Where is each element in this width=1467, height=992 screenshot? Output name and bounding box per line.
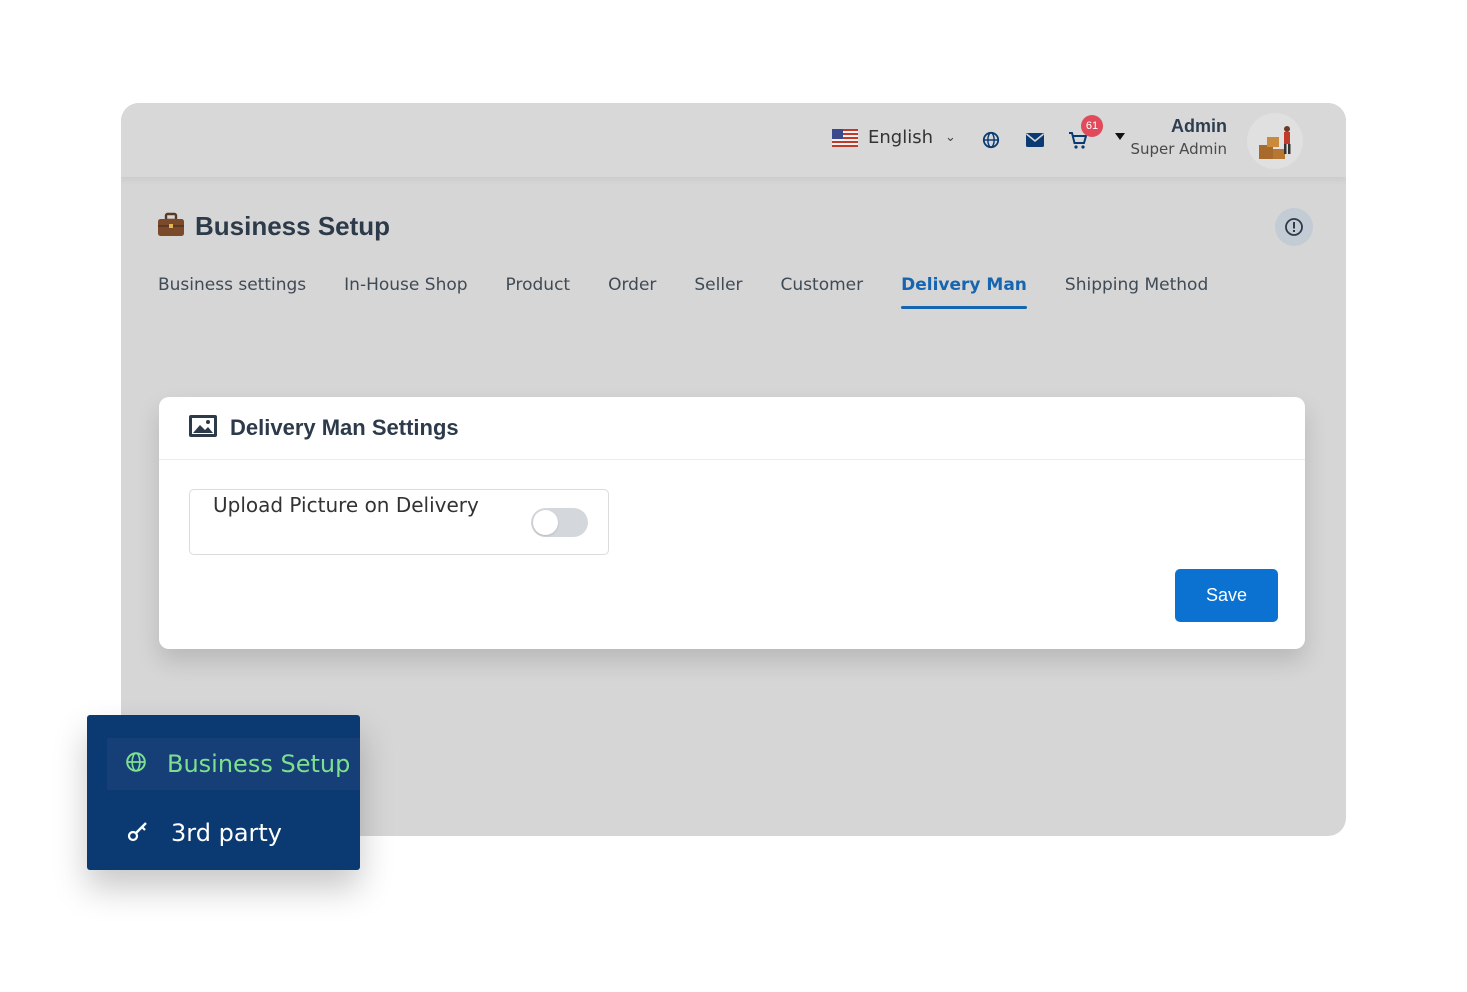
tab-product[interactable]: Product <box>506 275 571 309</box>
chevron-down-icon: ⌄ <box>945 130 956 145</box>
tab-seller[interactable]: Seller <box>694 275 742 309</box>
upload-picture-toggle[interactable] <box>531 508 588 537</box>
user-role: Super Admin <box>1130 140 1227 158</box>
sidebar-item-label: 3rd party <box>171 819 282 847</box>
globe-icon <box>125 751 147 777</box>
settings-tabs: Business settings In-House Shop Product … <box>158 275 1246 309</box>
avatar[interactable] <box>1247 113 1303 169</box>
sidebar: Business Setup 3rd party <box>87 715 360 870</box>
image-icon <box>189 415 217 441</box>
language-selector[interactable]: English ⌄ <box>832 127 956 148</box>
sidebar-item-business-setup[interactable]: Business Setup <box>107 738 360 790</box>
envelope-icon[interactable] <box>1024 129 1046 151</box>
tab-shipping-method[interactable]: Shipping Method <box>1065 275 1208 309</box>
cart-count-badge: 61 <box>1081 115 1103 137</box>
caret-down-icon[interactable] <box>1115 133 1125 140</box>
setting-label: Upload Picture on Delivery <box>213 493 479 517</box>
tab-in-house-shop[interactable]: In-House Shop <box>344 275 467 309</box>
tab-customer[interactable]: Customer <box>781 275 864 309</box>
toggle-knob <box>533 510 558 535</box>
sidebar-item-label: Business Setup <box>167 750 351 778</box>
briefcase-icon <box>157 212 185 242</box>
delivery-man-settings-card: Delivery Man Settings Upload Picture on … <box>159 397 1305 649</box>
card-header: Delivery Man Settings <box>159 397 1305 460</box>
tab-delivery-man[interactable]: Delivery Man <box>901 275 1027 309</box>
user-info[interactable]: Admin Super Admin <box>1130 116 1227 158</box>
page-title: Business Setup <box>195 211 391 241</box>
card-title: Delivery Man Settings <box>230 415 459 440</box>
sidebar-item-3rd-party[interactable]: 3rd party <box>127 819 282 847</box>
globe-icon[interactable] <box>980 129 1002 151</box>
info-icon[interactable] <box>1275 208 1313 246</box>
us-flag-icon <box>832 128 858 147</box>
user-name: Admin <box>1171 116 1227 136</box>
tab-business-settings[interactable]: Business settings <box>158 275 306 309</box>
tab-order[interactable]: Order <box>608 275 656 309</box>
language-label: English <box>868 127 933 148</box>
save-button[interactable]: Save <box>1175 569 1278 622</box>
upload-picture-setting: Upload Picture on Delivery <box>189 489 609 555</box>
top-bar: English ⌄ 61 Admin Super Admin <box>121 103 1346 177</box>
key-icon <box>127 820 149 846</box>
page-header: Business Setup <box>157 211 390 242</box>
